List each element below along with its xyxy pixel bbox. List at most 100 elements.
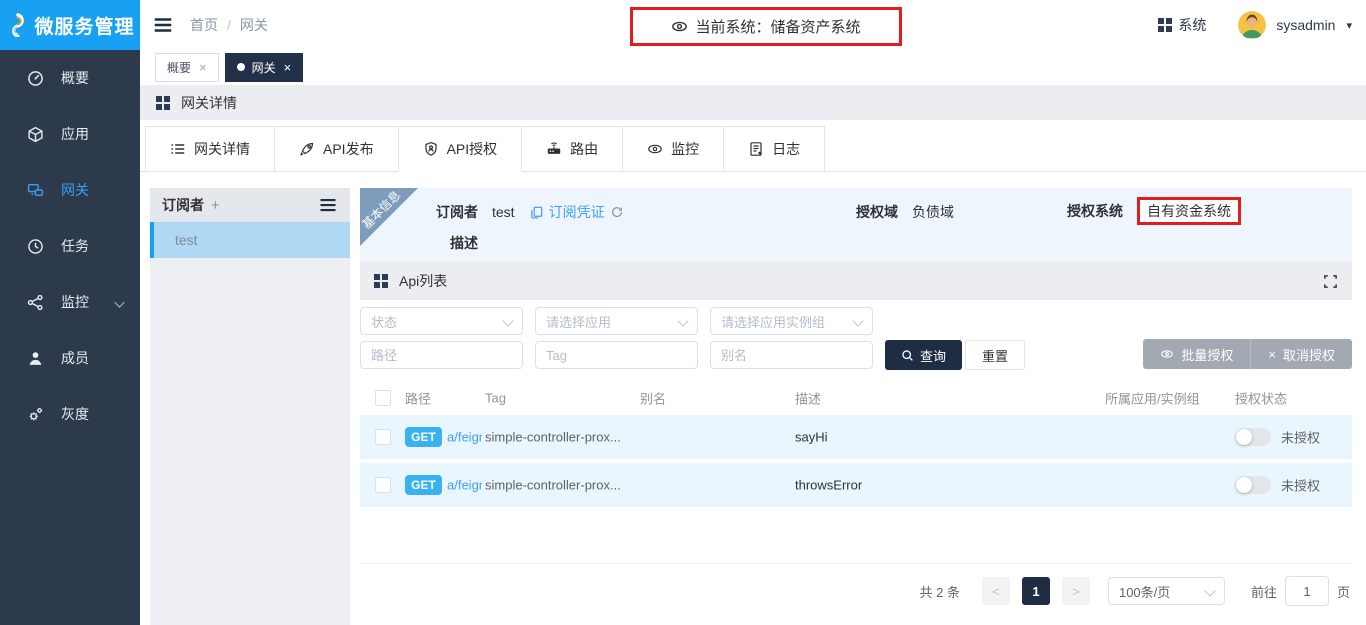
page-title: 网关详情 [181, 93, 237, 113]
auth-domain-value: 负债域 [912, 202, 954, 222]
search-button[interactable]: 查询 [885, 340, 962, 370]
auth-domain-label: 授权域 [840, 202, 898, 222]
hamburger-menu-icon[interactable] [150, 12, 176, 38]
row-checkbox[interactable] [375, 477, 391, 493]
row-checkbox[interactable] [375, 429, 391, 445]
eye-icon [647, 141, 663, 157]
subscription-credential-link[interactable]: 订阅凭证 [529, 202, 624, 222]
close-icon[interactable]: × [284, 60, 292, 75]
prev-page-button[interactable]: < [982, 577, 1010, 605]
cancel-authorize-button[interactable]: × 取消授权 [1251, 339, 1352, 369]
tab-logs[interactable]: 日志 [723, 126, 825, 172]
auth-toggle[interactable] [1235, 476, 1271, 494]
api-description: sayHi [795, 430, 828, 445]
table-footer-divider [360, 563, 1352, 564]
sidebar-item-label: 灰度 [61, 404, 89, 424]
auth-toggle[interactable] [1235, 428, 1271, 446]
reset-button[interactable]: 重置 [965, 340, 1025, 370]
alias-input[interactable] [710, 341, 873, 369]
api-path-link[interactable]: a/feign [447, 430, 482, 445]
app-select[interactable]: 请选择应用 [535, 307, 698, 335]
current-page-button[interactable]: 1 [1022, 577, 1050, 605]
app-logo: 微服务管理 [0, 0, 140, 50]
chevron-down-icon [677, 315, 688, 326]
tag-input[interactable] [535, 341, 698, 369]
column-auth-status: 授权状态 [1235, 389, 1287, 408]
path-input[interactable] [360, 341, 523, 369]
api-path-link[interactable]: a/feign [447, 478, 482, 493]
batch-authorize-button[interactable]: 批量授权 [1143, 339, 1251, 369]
list-icon [170, 141, 186, 157]
tab-gateway-detail[interactable]: 网关详情 [145, 126, 275, 172]
sidebar-item-gateway[interactable]: 网关 [0, 162, 140, 218]
api-tag: simple-controller-prox... [485, 430, 621, 445]
api-table-header: 路径 Tag 别名 描述 所属应用/实例组 授权状态 [360, 383, 1352, 413]
app-placeholder: 请选择应用 [546, 312, 675, 331]
sidebar-item-overview[interactable]: 概要 [0, 50, 140, 106]
add-subscriber-button[interactable]: + [211, 197, 220, 214]
view-tab-overview[interactable]: 概要 × [155, 53, 219, 82]
api-tag: simple-controller-prox... [485, 478, 621, 493]
avatar[interactable] [1238, 11, 1266, 39]
tab-label: 路由 [570, 139, 598, 159]
view-tab-label: 概要 [167, 59, 191, 76]
tab-api-publish[interactable]: API发布 [274, 126, 399, 172]
main-panel: 基本信息 订阅者 test 订阅凭证 授权域 负债域 授权系统 自有资金系统 描… [360, 180, 1352, 625]
copy-icon[interactable] [529, 205, 544, 220]
auth-system-value-annotated: 自有资金系统 [1137, 197, 1241, 225]
view-tab-gateway[interactable]: 网关 × [225, 53, 304, 82]
tab-route[interactable]: 路由 [521, 126, 623, 172]
auth-status-label: 未授权 [1281, 428, 1320, 447]
goto-page-input[interactable] [1285, 576, 1329, 606]
info-auth-system: 授权系统 自有资金系统 [1065, 197, 1241, 225]
tab-api-auth[interactable]: API授权 [398, 126, 523, 172]
sidebar-item-label: 网关 [61, 180, 89, 200]
gateway-icon [27, 182, 44, 199]
instance-group-select[interactable]: 请选择应用实例组 [710, 307, 873, 335]
basic-info-card: 基本信息 订阅者 test 订阅凭证 授权域 负债域 授权系统 自有资金系统 描… [360, 188, 1352, 262]
info-row-description: 描述 [420, 233, 492, 253]
rocket-icon [299, 141, 315, 157]
sidebar-item-apps[interactable]: 应用 [0, 106, 140, 162]
chevron-down-icon [1204, 585, 1215, 596]
subscriber-panel: 订阅者 + test [150, 188, 350, 625]
sidebar-item-members[interactable]: 成员 [0, 330, 140, 386]
shield-icon [423, 141, 439, 157]
sidebar-item-label: 任务 [61, 236, 89, 256]
credential-label[interactable]: 订阅凭证 [549, 202, 605, 222]
log-icon [748, 141, 764, 157]
opened-view-tabs: 概要 × 网关 × [140, 50, 1366, 84]
grid-icon [374, 274, 388, 288]
gears-icon [27, 406, 44, 423]
tab-label: 日志 [772, 139, 800, 159]
system-menu[interactable]: 系统 [1158, 15, 1206, 35]
cancel-icon: × [1268, 347, 1276, 362]
logo-text: 微服务管理 [34, 12, 134, 39]
next-page-button[interactable]: > [1062, 577, 1090, 605]
info-auth-domain: 授权域 负债域 [840, 202, 954, 222]
caret-down-icon[interactable]: ▾ [1346, 19, 1352, 32]
sidebar-item-label: 应用 [61, 124, 89, 144]
breadcrumb-home[interactable]: 首页 [190, 15, 218, 35]
collapse-panel-icon[interactable] [318, 195, 338, 215]
tab-monitor[interactable]: 监控 [622, 126, 724, 172]
username-label[interactable]: sysadmin [1276, 17, 1335, 33]
subscriber-list-item[interactable]: test [150, 222, 350, 258]
select-all-checkbox[interactable] [375, 390, 391, 406]
sidebar-item-gray-release[interactable]: 灰度 [0, 386, 140, 442]
fullscreen-icon[interactable] [1323, 274, 1338, 289]
top-header: 微服务管理 首页 / 网关 当前系统：储备资产系统 系统 [0, 0, 1366, 51]
system-menu-label: 系统 [1178, 15, 1206, 35]
instance-placeholder: 请选择应用实例组 [721, 312, 850, 331]
breadcrumb: 首页 / 网关 [190, 0, 268, 50]
tab-label: API发布 [323, 139, 374, 159]
info-row-subscriber: 订阅者 test 订阅凭证 [420, 202, 624, 222]
close-icon[interactable]: × [199, 60, 207, 75]
api-list-title: Api列表 [399, 271, 447, 291]
refresh-icon[interactable] [610, 205, 624, 219]
status-select[interactable]: 状态 [360, 307, 523, 335]
sidebar-item-monitor[interactable]: 监控 [0, 274, 140, 330]
sidebar-item-tasks[interactable]: 任务 [0, 218, 140, 274]
page-size-select[interactable]: 100条/页 [1108, 577, 1225, 605]
grid-icon [1158, 18, 1172, 32]
